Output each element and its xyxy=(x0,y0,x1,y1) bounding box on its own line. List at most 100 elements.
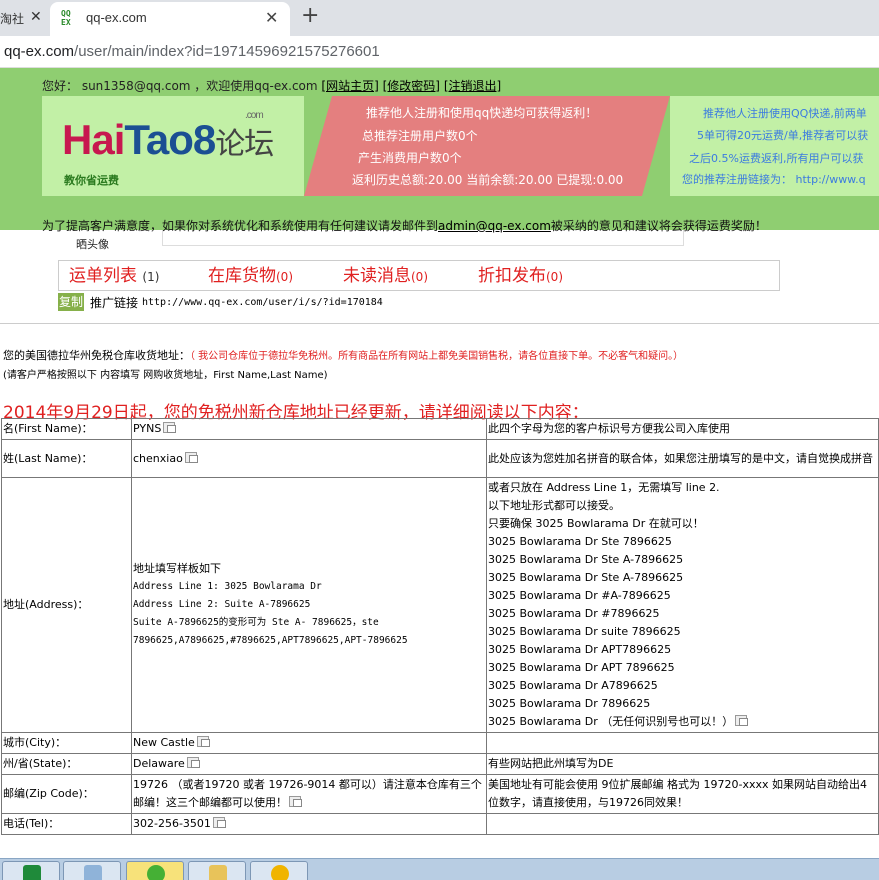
referral-balance: 返利历史总额:20.00 当前余额:20.00 已提现:0.00 xyxy=(352,173,624,187)
browser-tab-active[interactable]: QQ EX qq-ex.com ✕ xyxy=(50,2,290,36)
promo-link-label: 推广链接 xyxy=(90,296,139,310)
referral-registered-count: 总推荐注册用户数0个 xyxy=(362,129,478,143)
nav-waybill-list[interactable]: 运单列表 (1) xyxy=(69,261,159,286)
state-value: Delaware xyxy=(133,757,185,770)
copy-icon[interactable] xyxy=(289,796,302,807)
address-bar[interactable]: qq-ex.com/user/main/index?id=19714596921… xyxy=(0,36,879,68)
nav-label: 折扣发布 xyxy=(478,266,546,286)
address-intro: 您的美国德拉华州免税仓库收货地址：（ 我公司仓库位于德拉华免税州。所有商品在所有… xyxy=(3,347,683,363)
field-note xyxy=(486,732,879,754)
taskbar-excel-button[interactable] xyxy=(2,861,60,880)
nav-count: (0) xyxy=(546,270,563,284)
field-value: Delaware xyxy=(131,753,487,775)
greeting-text: 您好： sun1358@qq.com ，欢迎使用qq-ex.com xyxy=(42,79,318,93)
copy-icon[interactable] xyxy=(212,817,226,828)
copy-button[interactable]: 复制 xyxy=(58,293,84,311)
nav-label: 运单列表 xyxy=(69,266,137,286)
logo-eight: 8 xyxy=(192,116,216,163)
address-note-line: 3025 Bowlarama Dr APT7896625 xyxy=(488,643,672,656)
nav-inventory[interactable]: 在库货物(0) xyxy=(208,261,293,286)
field-key: 地址(Address)： xyxy=(1,477,132,733)
address-instructions: (请客户严格按照以下 内容填写 网购收货地址，First Name,Last N… xyxy=(3,370,328,381)
taskbar-wechat-button[interactable] xyxy=(126,861,184,880)
referral-stats-banner: 推荐他人注册和使用qq快递均可获得返利！ 总推荐注册用户数0个 产生消费用户数0… xyxy=(304,96,670,196)
table-row: 地址(Address)： 地址填写样板如下 Address Line 1: 30… xyxy=(1,477,879,733)
logo-tao: Tao xyxy=(124,116,194,163)
address-template-title: 地址填写样板如下 xyxy=(133,562,221,575)
field-value: 19726 （或者19720 或者 19726-9014 都可以）请注意本仓库有… xyxy=(131,774,487,814)
new-tab-icon[interactable]: + xyxy=(301,3,319,28)
field-key: 州/省(State)： xyxy=(1,753,132,775)
address-note-line: 3025 Bowlarama Dr APT 7896625 xyxy=(488,661,675,674)
address-line-2: Address Line 2: Suite A-7896625 xyxy=(133,599,311,610)
field-key: 电话(Tel)： xyxy=(1,813,132,835)
avatar-box xyxy=(162,230,684,246)
address-note-line: 以下地址形式都可以接受。 xyxy=(488,499,620,512)
address-intro-text: 您的美国德拉华州免税仓库收货地址： xyxy=(3,349,190,362)
city-value: New Castle xyxy=(133,736,195,749)
nav-discount-post[interactable]: 折扣发布(0) xyxy=(478,261,563,286)
address-note-line: 或者只放在 Address Line 1，无需填写 line 2. xyxy=(488,481,720,494)
site-favicon-icon: QQ EX xyxy=(61,9,71,27)
url-path: /user/main/index?id=197145969215752766​0… xyxy=(74,43,380,60)
address-variants: Suite A-7896625的变形可为 Ste A- 7896625，ste … xyxy=(133,617,408,646)
url-host: qq-ex.com xyxy=(4,43,75,60)
first-name-value: PYNS xyxy=(133,422,162,435)
table-row: 邮编(Zip Code)： 19726 （或者19720 或者 19726-90… xyxy=(1,774,879,814)
copy-icon[interactable] xyxy=(163,422,177,433)
table-row: 姓(Last Name)： chenxiao 此处应该为您姓加名拼音的联合体，如… xyxy=(1,439,879,478)
account-nav: 运单列表 (1) 在库货物(0) 未读消息(0) 折扣发布(0) xyxy=(58,260,780,291)
site-logo: HaiTao8论坛 .com xyxy=(62,110,274,164)
change-password-link[interactable]: [修改密码] xyxy=(383,79,440,93)
address-note-line: 3025 Bowlarama Dr suite 7896625 xyxy=(488,625,681,638)
promo-link-input[interactable] xyxy=(140,293,450,311)
copy-icon[interactable] xyxy=(735,715,749,726)
nav-count: (1) xyxy=(142,270,160,284)
copy-icon[interactable] xyxy=(196,736,210,747)
field-note: 美国地址有可能会使用 9位扩展邮编 格式为 19720-xxxx 如果网站自动给… xyxy=(486,774,879,814)
address-note-line: 3025 Bowlarama Dr #7896625 xyxy=(488,607,660,620)
field-key: 城市(City)： xyxy=(1,732,132,754)
referral-info-banner: 推荐他人注册使用QQ快递,前两单 5单可得20元运费/单,推荐者可以获 之后0.… xyxy=(670,96,879,196)
wechat-icon xyxy=(147,865,165,880)
address-note-line: 3025 Bowlarama Dr Ste A-7896625 xyxy=(488,571,684,584)
field-note: 有些网站把此州填写为DE xyxy=(486,753,879,775)
field-value: chenxiao xyxy=(131,439,487,478)
nav-unread-messages[interactable]: 未读消息(0) xyxy=(343,261,428,286)
tab-close-icon[interactable]: ✕ xyxy=(265,8,278,27)
upload-avatar-link[interactable]: 晒头像 xyxy=(76,236,109,252)
referral-link-line[interactable]: 您的推荐注册链接为： http://www.q xyxy=(682,171,866,187)
table-row: 州/省(State)： Delaware 有些网站把此州填写为DE xyxy=(1,753,879,775)
folder-icon xyxy=(209,865,227,880)
app-icon xyxy=(271,865,289,880)
address-note-line: 只要确保 3025 Bowlarama Dr 在就可以！ xyxy=(488,517,704,530)
field-key: 姓(Last Name)： xyxy=(1,439,132,478)
phone-value: 302-256-3501 xyxy=(133,817,211,830)
referral-info-line: 推荐他人注册使用QQ快递,前两单 xyxy=(703,107,867,120)
greeting-bar: 您好： sun1358@qq.com ，欢迎使用qq-ex.com [网站主页]… xyxy=(42,77,501,94)
taskbar-folder-button[interactable] xyxy=(188,861,246,880)
zip-value: 19726 （或者19720 或者 19726-9014 都可以）请注意本仓库有… xyxy=(133,778,482,809)
address-note-line: 3025 Bowlarama Dr Ste A-7896625 xyxy=(488,553,684,566)
url-text[interactable]: qq-ex.com/user/main/index?id=19714596921… xyxy=(4,43,380,60)
address-note-line: 3025 Bowlarama Dr 7896625 xyxy=(488,697,651,710)
table-row: 名(First Name)： PYNS 此四个字母为您的客户标识号方便我公司入库… xyxy=(1,418,879,440)
taskbar-window-button[interactable] xyxy=(63,861,121,880)
field-value: PYNS xyxy=(131,418,487,440)
taskbar-app-button[interactable] xyxy=(250,861,308,880)
tab-close-icon[interactable]: ✕ xyxy=(30,8,42,25)
field-value: New Castle xyxy=(131,732,487,754)
address-note-line: 3025 Bowlarama Dr #A-7896625 xyxy=(488,589,671,602)
warehouse-address-table: 名(First Name)： PYNS 此四个字母为您的客户标识号方便我公司入库… xyxy=(1,418,879,835)
logo-banner[interactable]: HaiTao8论坛 .com 教你省运费 xyxy=(42,96,304,196)
referral-consumer-count: 产生消费用户数0个 xyxy=(358,151,462,165)
copy-icon[interactable] xyxy=(186,757,200,768)
nav-label: 未读消息 xyxy=(343,266,411,286)
home-link[interactable]: [网站主页] xyxy=(321,79,378,93)
logout-link[interactable]: [注销退出] xyxy=(444,79,501,93)
browser-tab-previous[interactable]: 淘社 ✕ xyxy=(0,0,48,36)
copy-icon[interactable] xyxy=(184,451,198,463)
nav-count: (0) xyxy=(276,270,293,284)
address-note-line: 3025 Bowlarama Dr （无任何识别号也可以！） xyxy=(488,713,877,731)
address-note-text: 3025 Bowlarama Dr （无任何识别号也可以！） xyxy=(488,715,734,728)
